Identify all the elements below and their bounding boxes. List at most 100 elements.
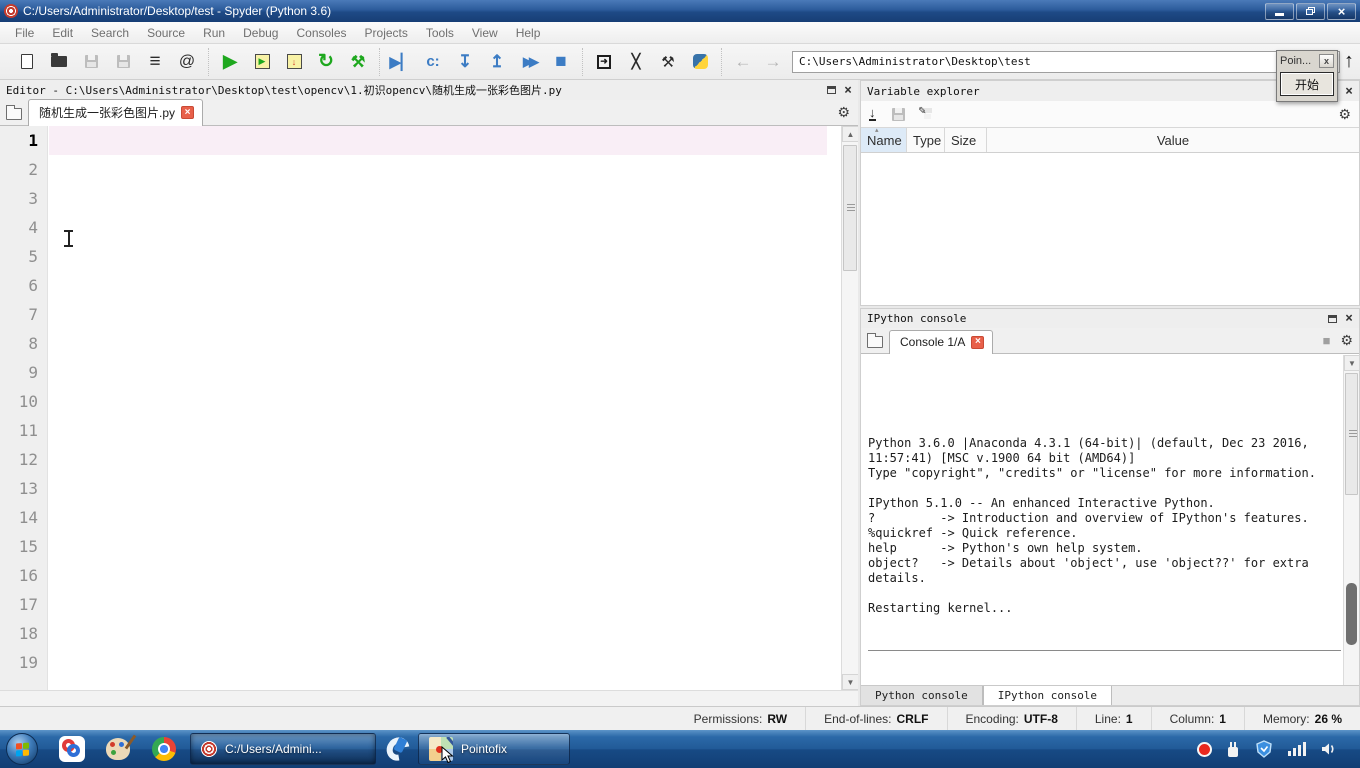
new-file-icon[interactable] <box>16 51 38 73</box>
taskbar-pointofix-button[interactable]: Pointofix <box>418 733 570 765</box>
pinned-chrome-icon[interactable] <box>144 732 184 766</box>
parent-directory-icon[interactable]: ↑ <box>1344 50 1354 73</box>
plug-icon[interactable] <box>1227 741 1240 757</box>
editor-vertical-scrollbar[interactable]: ▲ ▼ <box>841 126 858 690</box>
browse-tabs-icon[interactable] <box>6 105 22 120</box>
maximize-pane-icon[interactable]: ➜ <box>593 51 615 73</box>
console-text-line <box>868 586 1343 601</box>
pinned-paint-app-icon[interactable] <box>98 732 138 766</box>
recording-indicator-icon[interactable] <box>1197 741 1212 757</box>
fullscreen-icon[interactable]: ╳ <box>625 51 647 73</box>
run-current-line-icon[interactable]: c: <box>422 51 444 73</box>
pointofix-title-bar[interactable]: Poin... x <box>1277 51 1337 71</box>
menu-item[interactable]: Source <box>138 24 194 42</box>
forward-icon[interactable]: → <box>762 51 784 73</box>
run-cell-advance-icon[interactable]: ↓ <box>283 51 305 73</box>
console-browse-tabs-icon[interactable] <box>867 333 883 348</box>
editor-code-area[interactable]: 1 2 3 4 5 6 7 8 9 10 11 12 13 14 15 16 17 18 19 ▲ ▼ <box>0 126 858 690</box>
status-segment: Encoding: UTF-8 <box>946 707 1076 730</box>
column-header-value[interactable]: Value <box>987 128 1359 152</box>
variable-explorer-options-icon[interactable]: ⚙ <box>1338 106 1351 123</box>
menu-item[interactable]: File <box>6 24 43 42</box>
file-switcher-icon[interactable]: ≡ <box>144 51 166 73</box>
console-text-line: details. <box>868 571 926 585</box>
volume-icon[interactable] <box>1321 741 1338 757</box>
line-number: 4 <box>28 218 38 237</box>
security-shield-icon[interactable] <box>1255 740 1273 758</box>
menu-item[interactable]: Help <box>507 24 550 42</box>
menu-item[interactable]: Consoles <box>287 24 355 42</box>
save-icon[interactable] <box>80 51 102 73</box>
editor-options-gear-icon[interactable]: ⚙ <box>837 104 850 121</box>
console-options-gear-icon[interactable]: ⚙ <box>1340 332 1353 349</box>
console-tab[interactable]: Console 1/A × <box>889 330 994 354</box>
menu-item[interactable]: Debug <box>234 24 287 42</box>
tab-python-console[interactable]: Python console <box>861 686 983 705</box>
editor-horizontal-scrollbar[interactable] <box>0 690 858 706</box>
open-file-icon[interactable] <box>48 51 70 73</box>
continue-icon[interactable]: ▶▶ <box>518 51 540 73</box>
rerun-cell-icon[interactable]: ↻ <box>315 51 337 73</box>
tab-ipython-console[interactable]: IPython console <box>982 686 1113 705</box>
interrupt-kernel-icon[interactable]: ■ <box>1323 333 1331 348</box>
console-tab-close-icon[interactable]: × <box>971 335 985 349</box>
editor-scrollbar-thumb[interactable] <box>843 145 857 271</box>
stop-debug-icon[interactable]: ■ <box>550 51 572 73</box>
column-header-size[interactable]: Size <box>945 128 987 152</box>
pointofix-start-button[interactable]: 开始 <box>1280 72 1334 96</box>
spyder-task-label: C:/Users/Admini... <box>225 742 322 756</box>
save-all-icon[interactable] <box>112 51 134 73</box>
editor-tab-close-icon[interactable]: × <box>181 106 195 119</box>
editor-tab-label: 随机生成一张彩色图片.py <box>39 106 176 120</box>
working-directory-input[interactable] <box>792 50 1340 73</box>
pointofix-close-icon[interactable]: x <box>1319 54 1334 68</box>
scroll-down-icon[interactable]: ▼ <box>842 674 858 690</box>
close-button[interactable]: × <box>1327 2 1356 20</box>
console-close-icon[interactable]: × <box>1345 312 1353 325</box>
minimize-button[interactable] <box>1265 2 1294 20</box>
console-scroll-down-icon[interactable]: ▼ <box>1344 355 1360 371</box>
restore-button[interactable] <box>1296 2 1325 20</box>
console-scrollbar-thumb[interactable] <box>1345 373 1358 495</box>
line-number: 11 <box>18 421 38 440</box>
menu-item[interactable]: Edit <box>43 24 82 42</box>
console-text-line: Restarting kernel... <box>868 601 1013 615</box>
console-vertical-scrollbar[interactable]: ▲ ▼ <box>1343 355 1360 685</box>
variable-explorer-toolbar: ↓ ✎ ⚙ <box>861 101 1359 127</box>
back-icon[interactable]: ← <box>732 51 754 73</box>
preferences-icon[interactable]: ⚒ <box>657 51 679 73</box>
taskbar-spyder-button[interactable]: C:/Users/Admini... <box>190 733 376 765</box>
menu-item[interactable]: Projects <box>356 24 417 42</box>
editor-tab[interactable]: 随机生成一张彩色图片.py × <box>28 99 204 126</box>
line-number: 13 <box>18 479 38 498</box>
console-overlay-scrollbar-thumb[interactable] <box>1346 583 1357 645</box>
step-return-icon[interactable]: ↥ <box>486 51 508 73</box>
save-data-icon[interactable] <box>891 107 905 121</box>
menu-item[interactable]: Tools <box>417 24 463 42</box>
menu-item[interactable]: Run <box>194 24 234 42</box>
editor-close-icon[interactable]: × <box>844 84 852 97</box>
step-into-icon[interactable]: ↧ <box>454 51 476 73</box>
find-symbols-icon[interactable]: @ <box>176 51 198 73</box>
scroll-up-icon[interactable]: ▲ <box>842 126 858 142</box>
editor-undock-icon[interactable] <box>827 86 837 94</box>
pinned-remote-app-icon[interactable] <box>52 732 92 766</box>
variable-table-body[interactable] <box>861 153 1359 305</box>
pinned-browser-app-icon[interactable] <box>386 736 410 762</box>
menu-item[interactable]: View <box>463 24 507 42</box>
debug-file-icon[interactable]: ▶▏ <box>389 51 412 73</box>
run-cell-icon[interactable]: ▶ <box>251 51 273 73</box>
menu-item[interactable]: Search <box>82 24 138 42</box>
column-header-type[interactable]: Type <box>907 128 945 152</box>
network-signal-icon[interactable] <box>1288 742 1306 756</box>
console-output-area[interactable]: Python 3.6.0 |Anaconda 4.3.1 (64-bit)| (… <box>861 355 1343 685</box>
start-button[interactable] <box>6 733 38 765</box>
python-path-icon[interactable] <box>689 51 711 73</box>
run-config-icon[interactable]: ⚒ <box>347 51 369 73</box>
column-header-name[interactable]: Name <box>861 126 907 152</box>
run-file-icon[interactable]: ▶ <box>219 51 241 73</box>
variable-explorer-close-icon[interactable]: × <box>1345 85 1353 98</box>
import-data-icon[interactable]: ↓ <box>869 106 876 121</box>
pointofix-window: Poin... x 开始 <box>1276 50 1338 102</box>
console-undock-icon[interactable] <box>1328 314 1338 323</box>
